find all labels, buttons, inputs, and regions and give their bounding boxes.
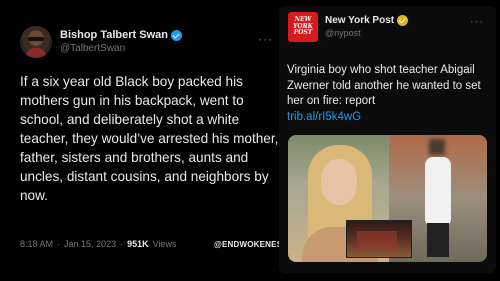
author-display-name-text[interactable]: Bishop Talbert Swan [60, 28, 168, 42]
tweet-left: Bishop Talbert Swan @TalbertSwan ··· If … [20, 26, 282, 205]
verified-badge-icon [170, 29, 182, 41]
author-names: Bishop Talbert Swan @TalbertSwan [60, 28, 182, 56]
tweet-right: NEW YORK POST New York Post @nypost ··· … [279, 6, 496, 273]
nyp-names: New York Post @nypost [325, 14, 409, 40]
views-label: Views [152, 239, 177, 249]
tweet-time[interactable]: 8:18 AM [20, 239, 53, 249]
author-row: Bishop Talbert Swan @TalbertSwan [20, 26, 282, 58]
school-inset-photo [346, 220, 412, 258]
tweet-meta: 8:18 AM · Jan 15, 2023 · 951K Views [20, 239, 176, 249]
tweet-text: If a six year old Black boy packed his m… [20, 74, 279, 203]
nyp-display-name-text[interactable]: New York Post [325, 14, 394, 27]
meta-separator: · [57, 239, 61, 249]
avatar[interactable] [20, 26, 52, 58]
tweet-date[interactable]: Jan 15, 2023 [64, 239, 116, 249]
nyp-tweet-link[interactable]: trib.al/rI5k4wG [287, 111, 361, 123]
tweet-media[interactable] [288, 135, 487, 262]
author-display-name[interactable]: Bishop Talbert Swan [60, 28, 182, 42]
nyp-logo-line3: POST [293, 29, 313, 37]
more-options-icon[interactable]: ··· [470, 16, 484, 28]
author-handle[interactable]: @TalbertSwan [60, 42, 182, 56]
photo-face [321, 159, 357, 205]
blurred-face [429, 139, 445, 155]
nyp-author-row: NEW YORK POST New York Post @nypost [288, 12, 409, 42]
views-count[interactable]: 951K [127, 239, 149, 249]
nyp-display-name[interactable]: New York Post [325, 14, 409, 27]
meta-separator: · [120, 239, 124, 249]
verified-gold-badge-icon [397, 15, 409, 26]
more-options-icon[interactable]: ··· [258, 32, 273, 46]
nyp-handle[interactable]: @nypost [325, 27, 408, 40]
nyp-logo[interactable]: NEW YORK POST [288, 12, 318, 42]
nyp-tweet-text: Virginia boy who shot teacher Abigail Zw… [287, 63, 487, 125]
photo-kid-legs [427, 223, 449, 257]
photo-kid-body [425, 157, 451, 227]
watermark: @ENDWOKENESS [214, 240, 288, 249]
nyp-tweet-body: Virginia boy who shot teacher Abigail Zw… [287, 64, 481, 107]
